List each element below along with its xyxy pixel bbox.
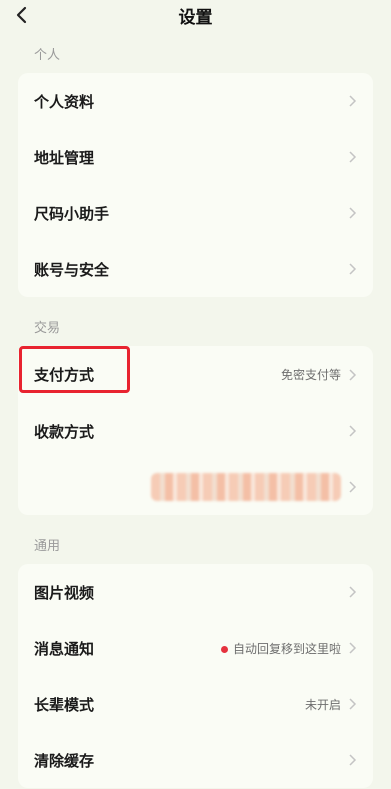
settings-item-photo-video[interactable]: 图片视频 xyxy=(18,564,373,620)
chevron-right-icon xyxy=(349,425,357,437)
chevron-right-icon xyxy=(349,263,357,275)
row-label: 图片视频 xyxy=(34,583,95,602)
settings-item-notifications[interactable]: 消息通知 自动回复移到这里啦 xyxy=(18,620,373,676)
row-label: 尺码小助手 xyxy=(34,204,110,223)
settings-item-size-helper[interactable]: 尺码小助手 xyxy=(18,185,373,241)
chevron-right-icon xyxy=(349,95,357,107)
row-value: 自动回复移到这里啦 xyxy=(220,640,341,657)
general-card: 图片视频 消息通知 自动回复移到这里啦 长辈模式 未开启 清除缓存 xyxy=(18,564,373,788)
section-label-personal: 个人 xyxy=(34,48,61,63)
obscured-text-image xyxy=(151,473,341,501)
row-label: 收款方式 xyxy=(34,422,95,441)
notification-dot xyxy=(220,645,228,653)
chevron-right-icon xyxy=(349,586,357,598)
section-label-trade: 交易 xyxy=(34,321,61,336)
row-value: 免密支付等 xyxy=(280,368,341,382)
highlight-box xyxy=(19,346,130,393)
chevron-right-icon xyxy=(349,151,357,163)
chevron-right-icon xyxy=(349,642,357,654)
settings-item-address[interactable]: 地址管理 xyxy=(18,129,373,185)
settings-item-clear-cache[interactable]: 清除缓存 xyxy=(18,732,373,788)
settings-item-obscured[interactable] xyxy=(18,459,373,515)
row-label: 账号与安全 xyxy=(34,260,110,279)
chevron-right-icon xyxy=(349,481,357,493)
chevron-right-icon xyxy=(349,754,357,766)
settings-item-profile[interactable]: 个人资料 xyxy=(18,73,373,129)
row-label: 个人资料 xyxy=(34,92,95,111)
nav-bar: 设置 xyxy=(0,0,391,30)
personal-card: 个人资料 地址管理 尺码小助手 账号与安全 xyxy=(18,73,373,297)
section-label-general: 通用 xyxy=(34,539,61,554)
chevron-right-icon xyxy=(349,368,357,381)
row-value-text: 自动回复移到这里啦 xyxy=(232,641,341,656)
row-label: 清除缓存 xyxy=(34,751,95,770)
row-label: 地址管理 xyxy=(34,148,95,167)
settings-item-receiving-method[interactable]: 收款方式 xyxy=(18,403,373,459)
page-title: 设置 xyxy=(178,8,213,28)
row-label: 消息通知 xyxy=(34,639,95,658)
settings-item-account-security[interactable]: 账号与安全 xyxy=(18,241,373,297)
chevron-right-icon xyxy=(349,207,357,219)
settings-item-elder-mode[interactable]: 长辈模式 未开启 xyxy=(18,676,373,732)
row-label: 长辈模式 xyxy=(34,695,95,714)
chevron-right-icon xyxy=(349,698,357,710)
row-value: 未开启 xyxy=(304,697,341,712)
